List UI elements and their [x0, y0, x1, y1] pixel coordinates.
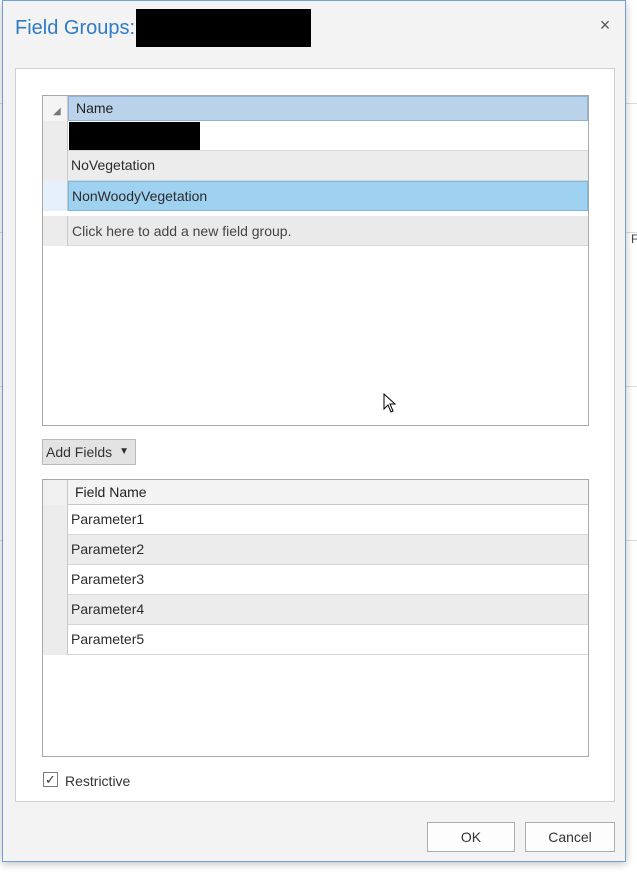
row-header[interactable] [43, 505, 68, 535]
select-all-corner[interactable] [43, 480, 68, 505]
add-field-group-prompt[interactable]: Click here to add a new field group. [68, 216, 588, 246]
column-header-field-name[interactable]: Field Name [68, 480, 588, 505]
dialog-content-panel: ◢ Name NoVegetation NonWoodyVegetation C… [15, 68, 615, 802]
table-row[interactable]: NoVegetation [43, 151, 588, 181]
table-row[interactable]: Parameter3 [43, 565, 588, 595]
field-names-grid[interactable]: Field Name Parameter1 Parameter2 Paramet… [42, 479, 589, 757]
ok-button[interactable]: OK [427, 822, 515, 852]
redacted-title-value [136, 9, 311, 47]
table-row[interactable]: Parameter5 [43, 625, 588, 655]
field-groups-dialog: Field Groups: × ◢ Name NoVegetation NonW… [2, 0, 626, 862]
cancel-button[interactable]: Cancel [525, 822, 615, 852]
row-header[interactable] [43, 625, 68, 655]
table-row[interactable]: Parameter4 [43, 595, 588, 625]
field-groups-grid[interactable]: ◢ Name NoVegetation NonWoodyVegetation C… [42, 95, 589, 426]
table-row[interactable] [43, 121, 588, 151]
add-new-row[interactable]: Click here to add a new field group. [43, 216, 588, 246]
restrictive-checkbox[interactable]: ✓ [43, 772, 58, 787]
redacted-group-name [69, 122, 200, 150]
dialog-title: Field Groups: [15, 17, 136, 39]
field-name-cell[interactable]: Parameter2 [68, 535, 588, 565]
row-header[interactable] [43, 535, 68, 565]
column-header-name[interactable]: Name [68, 96, 588, 121]
select-all-corner[interactable]: ◢ [43, 96, 68, 121]
table-row[interactable]: Parameter2 [43, 535, 588, 565]
row-header[interactable] [43, 151, 68, 181]
row-header [43, 216, 68, 246]
field-name-cell[interactable]: Parameter3 [68, 565, 588, 595]
row-header[interactable] [43, 595, 68, 625]
row-header[interactable] [43, 565, 68, 595]
field-name-cell[interactable]: Parameter4 [68, 595, 588, 625]
table-row-selected[interactable]: NonWoodyVegetation [43, 181, 588, 211]
add-fields-label: Add Fields [46, 444, 113, 460]
field-name-cell[interactable]: Parameter1 [68, 505, 588, 535]
sort-triangle-icon: ◢ [53, 106, 61, 117]
mouse-pointer-icon [383, 393, 397, 413]
grid-header-row: Field Name [43, 480, 588, 505]
row-header[interactable] [43, 181, 68, 211]
row-header[interactable] [43, 121, 68, 151]
background-text-fragment: F [631, 232, 637, 246]
close-button[interactable]: × [595, 13, 615, 37]
table-row[interactable]: Parameter1 [43, 505, 588, 535]
restrictive-label[interactable]: Restrictive [65, 772, 130, 790]
group-name-cell[interactable]: NonWoodyVegetation [68, 181, 588, 211]
add-fields-dropdown-button[interactable]: Add Fields ▼ [42, 439, 136, 465]
field-name-cell[interactable]: Parameter5 [68, 625, 588, 655]
group-name-cell[interactable]: NoVegetation [68, 151, 588, 181]
grid-header-row: ◢ Name [43, 96, 588, 121]
dropdown-arrow-icon: ▼ [119, 446, 129, 457]
